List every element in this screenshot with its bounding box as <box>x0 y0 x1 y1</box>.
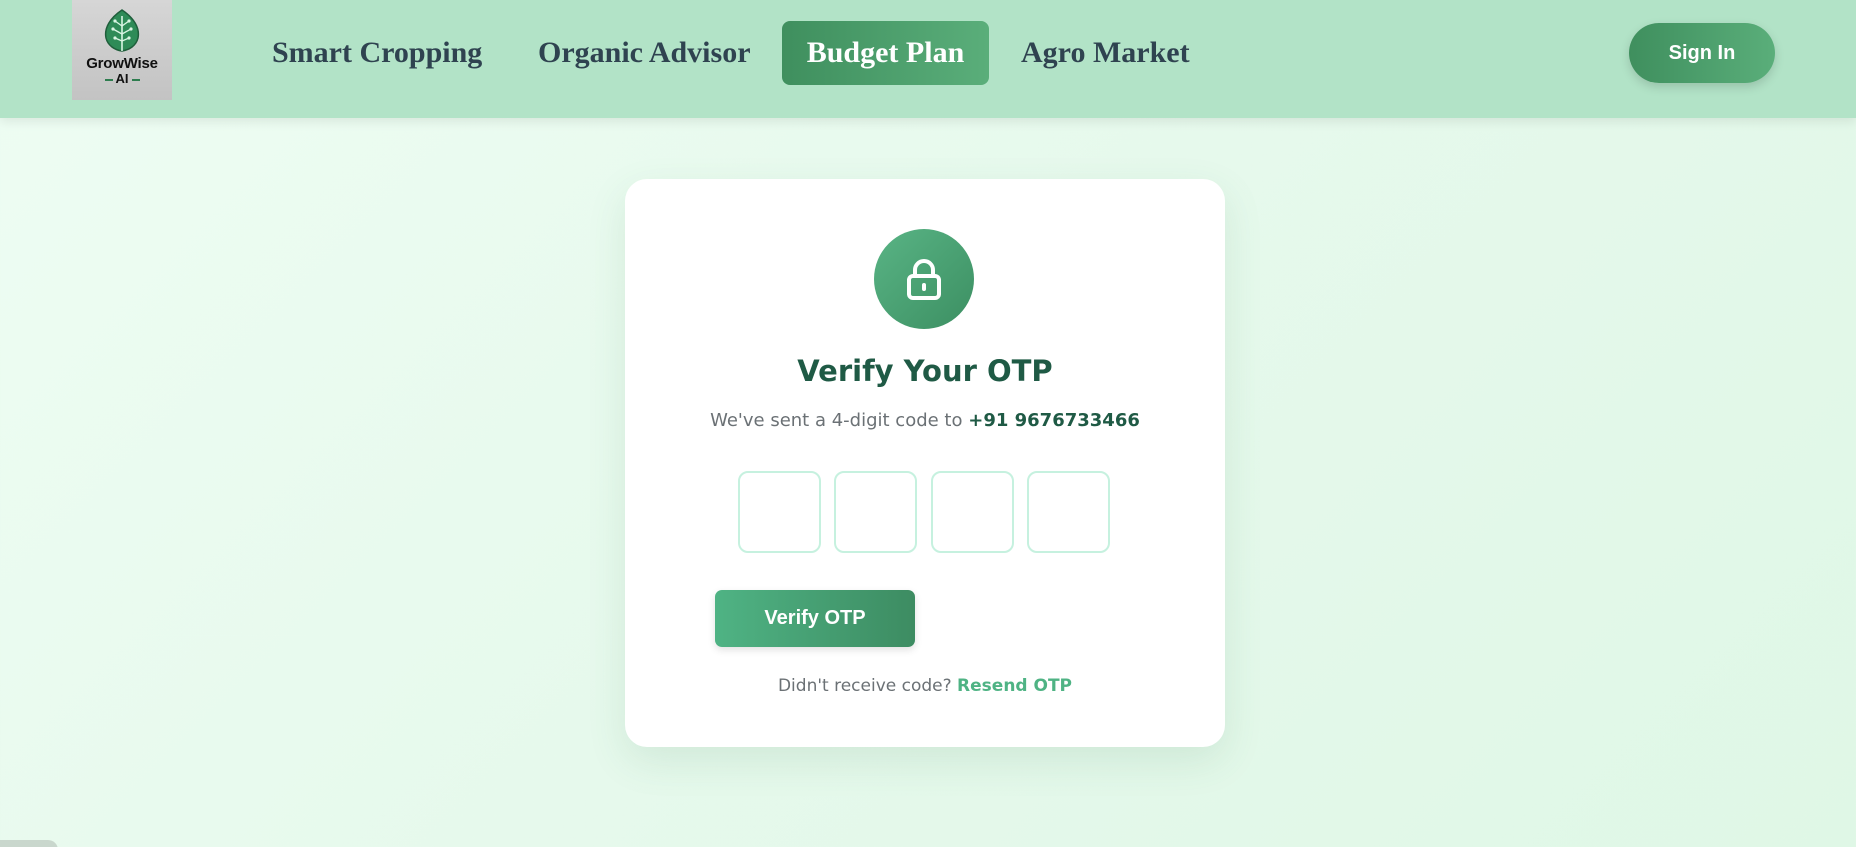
nav-budget-plan[interactable]: Budget Plan <box>782 21 989 85</box>
lock-icon <box>907 259 941 300</box>
nav-smart-cropping[interactable]: Smart Cropping <box>272 21 482 85</box>
subtitle-text: We've sent a 4-digit code to <box>710 410 963 431</box>
otp-subtitle: We've sent a 4-digit code to +91 9676733… <box>625 410 1225 431</box>
otp-card: Verify Your OTP We've sent a 4-digit cod… <box>625 179 1225 747</box>
logo-name: GrowWise <box>86 55 158 72</box>
otp-digit-4[interactable] <box>1027 471 1110 553</box>
corner-widget[interactable] <box>0 840 58 847</box>
growwise-logo[interactable]: GrowWise AI <box>72 0 172 100</box>
leaf-circuit-icon <box>104 9 140 52</box>
otp-digit-1[interactable] <box>738 471 821 553</box>
sign-in-button[interactable]: Sign In <box>1629 23 1775 83</box>
resend-otp-link[interactable]: Resend OTP <box>957 676 1072 696</box>
top-navbar: GrowWise AI Smart Cropping Organic Advis… <box>0 0 1856 118</box>
verify-otp-button[interactable]: Verify OTP <box>715 590 915 647</box>
resend-row: Didn't receive code? Resend OTP <box>625 676 1225 696</box>
nav-agro-market[interactable]: Agro Market <box>1021 21 1190 85</box>
otp-digit-3[interactable] <box>931 471 1014 553</box>
otp-title: Verify Your OTP <box>797 354 1053 388</box>
lock-badge <box>874 229 974 329</box>
phone-number: +91 9676733466 <box>968 410 1140 431</box>
resend-prompt: Didn't receive code? <box>777 676 952 696</box>
logo-sub: AI <box>102 71 143 86</box>
otp-input-group <box>738 471 1112 553</box>
nav-organic-advisor[interactable]: Organic Advisor <box>538 21 751 85</box>
otp-digit-2[interactable] <box>834 471 917 553</box>
